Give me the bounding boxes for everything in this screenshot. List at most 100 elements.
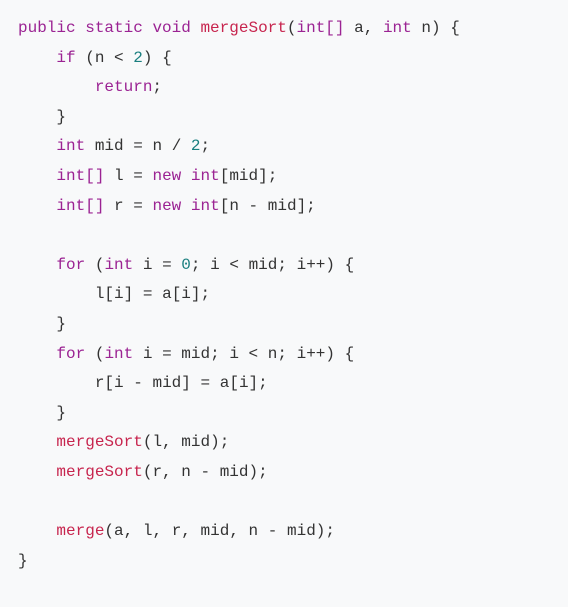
var-n: n bbox=[249, 522, 259, 540]
comma: , bbox=[124, 522, 134, 540]
type-intarr: int[] bbox=[296, 19, 344, 37]
code-line: } bbox=[18, 404, 66, 422]
semi: ; bbox=[258, 374, 268, 392]
code-line: r[i - mid] = a[i]; bbox=[18, 374, 268, 392]
function-name: mergeSort bbox=[200, 19, 286, 37]
lparen: ( bbox=[143, 433, 153, 451]
op-lt: < bbox=[114, 49, 124, 67]
var-i: i bbox=[229, 345, 239, 363]
var-l: l bbox=[152, 433, 162, 451]
code-line: for (int i = 0; i < mid; i++) { bbox=[18, 256, 354, 274]
comma: , bbox=[162, 433, 172, 451]
call-mergeSort: mergeSort bbox=[56, 433, 142, 451]
code-line: l[i] = a[i]; bbox=[18, 285, 210, 303]
lparen: ( bbox=[104, 522, 114, 540]
op-eq: = bbox=[133, 197, 143, 215]
keyword-return: return bbox=[95, 78, 153, 96]
rbracket: ] bbox=[124, 285, 134, 303]
op-eq: = bbox=[133, 167, 143, 185]
lbrace: { bbox=[345, 345, 355, 363]
comma: , bbox=[152, 522, 162, 540]
code-line: int[] r = new int[n - mid]; bbox=[18, 197, 316, 215]
lbracket: [ bbox=[104, 374, 114, 392]
var-mid: mid bbox=[152, 374, 181, 392]
op-eq: = bbox=[201, 374, 211, 392]
rparen: ) bbox=[325, 345, 335, 363]
rbracket: ] bbox=[249, 374, 259, 392]
var-i: i bbox=[114, 285, 124, 303]
var-i: i bbox=[297, 345, 307, 363]
code-line: for (int i = mid; i < n; i++) { bbox=[18, 345, 354, 363]
code-line: } bbox=[18, 315, 66, 333]
semi: ; bbox=[258, 463, 268, 481]
keyword-for: for bbox=[56, 256, 85, 274]
type-intarr: int[] bbox=[56, 167, 104, 185]
var-i: i bbox=[143, 256, 153, 274]
var-n: n bbox=[152, 137, 162, 155]
var-mid: mid bbox=[201, 522, 230, 540]
semi: ; bbox=[325, 522, 335, 540]
code-line: int mid = n / 2; bbox=[18, 137, 210, 155]
lparen: ( bbox=[95, 256, 105, 274]
var-mid: mid bbox=[220, 463, 249, 481]
var-l: l bbox=[114, 167, 124, 185]
var-n: n bbox=[268, 345, 278, 363]
code-block: public static void mergeSort(int[] a, in… bbox=[0, 0, 568, 590]
rbracket: ] bbox=[191, 285, 201, 303]
var-i: i bbox=[210, 256, 220, 274]
type-int: int bbox=[104, 256, 133, 274]
param-n: n bbox=[421, 19, 431, 37]
semi: ; bbox=[201, 137, 211, 155]
rparen: ) bbox=[316, 522, 326, 540]
var-mid: mid bbox=[229, 167, 258, 185]
rparen: ) bbox=[249, 463, 259, 481]
lparen: ( bbox=[143, 463, 153, 481]
keyword-new: new bbox=[152, 167, 181, 185]
op-minus: - bbox=[133, 374, 143, 392]
var-i: i bbox=[297, 256, 307, 274]
var-r: r bbox=[172, 522, 182, 540]
var-r: r bbox=[114, 197, 124, 215]
keyword-new: new bbox=[152, 197, 181, 215]
op-minus: - bbox=[249, 197, 259, 215]
op-lt: < bbox=[229, 256, 239, 274]
semi: ; bbox=[268, 167, 278, 185]
code-line: merge(a, l, r, mid, n - mid); bbox=[18, 522, 335, 540]
semi: ; bbox=[201, 285, 211, 303]
var-i: i bbox=[181, 285, 191, 303]
lbracket: [ bbox=[220, 197, 230, 215]
rbracket: ] bbox=[297, 197, 307, 215]
rbrace: } bbox=[18, 552, 28, 570]
var-mid: mid bbox=[181, 433, 210, 451]
comma: , bbox=[162, 463, 172, 481]
semi: ; bbox=[306, 197, 316, 215]
code-line: mergeSort(l, mid); bbox=[18, 433, 229, 451]
semi: ; bbox=[152, 78, 162, 96]
call-mergeSort: mergeSort bbox=[56, 463, 142, 481]
op-eq: = bbox=[133, 137, 143, 155]
lbrace: { bbox=[450, 19, 460, 37]
type-int: int bbox=[56, 137, 85, 155]
num-2: 2 bbox=[133, 49, 143, 67]
rbracket: ] bbox=[258, 167, 268, 185]
lbrace: { bbox=[345, 256, 355, 274]
semi: ; bbox=[210, 345, 220, 363]
call-merge: merge bbox=[56, 522, 104, 540]
keyword-static: static bbox=[85, 19, 143, 37]
rparen: ) bbox=[431, 19, 441, 37]
var-mid: mid bbox=[95, 137, 124, 155]
rbrace: } bbox=[56, 404, 66, 422]
lbracket: [ bbox=[172, 285, 182, 303]
code-line: int[] l = new int[mid]; bbox=[18, 167, 277, 185]
comma: , bbox=[364, 19, 374, 37]
var-a: a bbox=[114, 522, 124, 540]
var-a: a bbox=[162, 285, 172, 303]
code-line: public static void mergeSort(int[] a, in… bbox=[18, 19, 460, 37]
code-line: if (n < 2) { bbox=[18, 49, 172, 67]
num-0: 0 bbox=[181, 256, 191, 274]
code-line: mergeSort(r, n - mid); bbox=[18, 463, 268, 481]
op-eq: = bbox=[143, 285, 153, 303]
lparen: ( bbox=[85, 49, 95, 67]
rparen: ) bbox=[143, 49, 153, 67]
code-line: return; bbox=[18, 78, 162, 96]
